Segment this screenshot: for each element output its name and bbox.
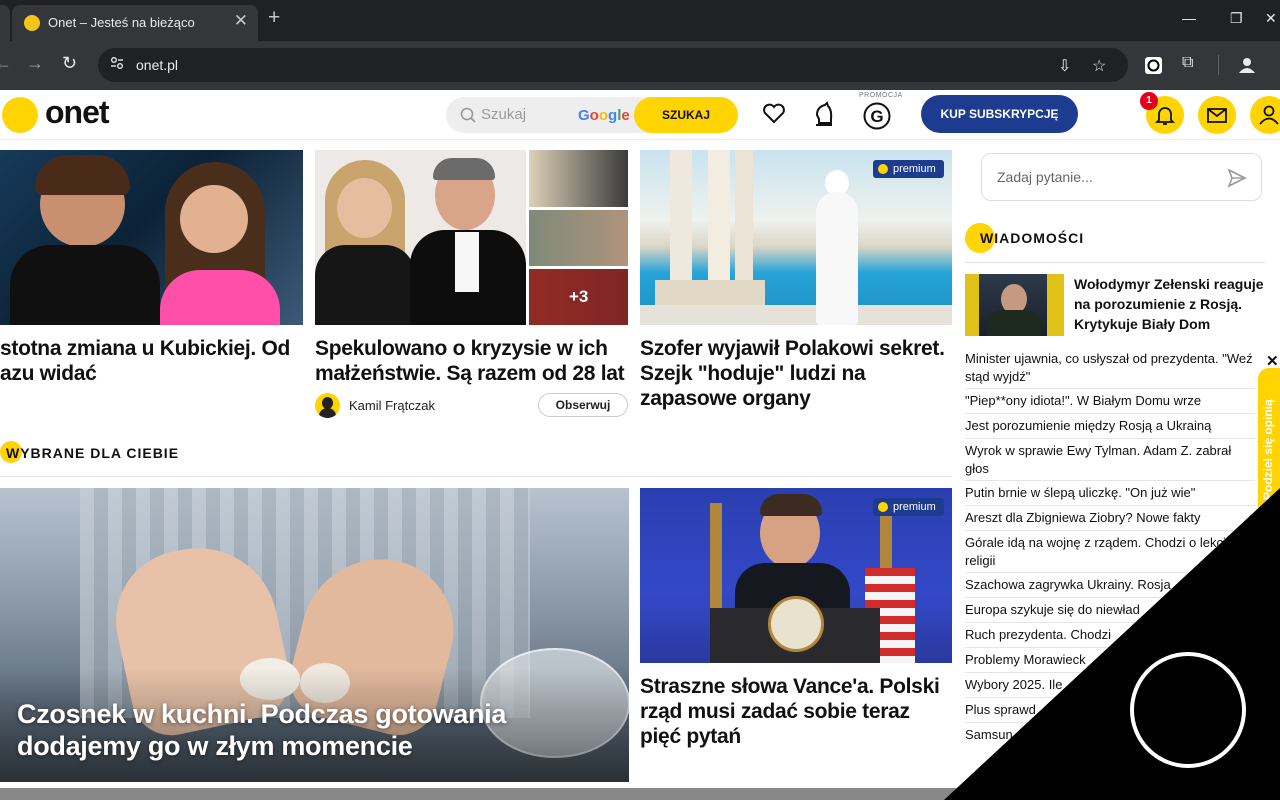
article-2-thumb-2[interactable] [529, 210, 628, 266]
news-item-4[interactable]: Wyrok w sprawie Ewy Tylman. Adam Z. zabr… [965, 442, 1255, 478]
news-separator [965, 572, 1255, 573]
news-item-10[interactable]: Ruch prezydenta. Chodzi [965, 626, 1255, 644]
news-lead-image[interactable] [965, 274, 1064, 336]
notification-badge: 1 [1140, 92, 1158, 110]
news-item-2[interactable]: "Piep**ony idiota!". W Białym Domu wrze [965, 392, 1255, 410]
feedback-label[interactable]: Podziel się opinią [1261, 399, 1275, 500]
onet-logo-dot[interactable] [2, 97, 38, 133]
news-separator [965, 505, 1255, 506]
article-4-headline[interactable]: Czosnek w kuchni. Podczas gotowania doda… [17, 698, 577, 762]
news-item-3[interactable]: Jest porozumienie między Rosją a Ukrainą [965, 417, 1255, 435]
browser-toolbar: ← → ↻ onet.pl ⇩ ☆ ⧉ [0, 41, 1280, 90]
profile-icon[interactable] [1238, 56, 1256, 74]
mail-button[interactable] [1198, 96, 1236, 134]
news-separator [965, 647, 1255, 648]
article-2-headline[interactable]: Spekulowano o kryzysie w ich małżeństwie… [315, 336, 630, 386]
article-2-thumb-3[interactable]: +3 [529, 269, 628, 325]
browser-tab-active[interactable]: Onet – Jesteś na bieżąco ✕ [12, 5, 258, 41]
news-item-14[interactable]: Samsun [965, 726, 1255, 744]
google-logo: Google [578, 107, 630, 124]
article-3-headline[interactable]: Szofer wyjawił Polakowi sekret. Szejk "h… [640, 336, 952, 411]
install-app-icon[interactable]: ⇩ [1058, 56, 1071, 76]
site-settings-icon[interactable] [110, 56, 124, 70]
search-button[interactable]: SZUKAJ [634, 97, 738, 133]
news-separator [965, 388, 1255, 389]
news-separator [965, 622, 1255, 623]
article-5-headline[interactable]: Straszne słowa Vance'a. Polski rząd musi… [640, 674, 952, 749]
news-separator [965, 480, 1255, 481]
previous-tab[interactable] [0, 5, 10, 41]
svg-text:G: G [870, 107, 883, 126]
news-separator [965, 530, 1255, 531]
search-input[interactable]: Szukaj [481, 106, 526, 123]
chess-knight-icon[interactable] [813, 101, 835, 127]
browser-tab-bar: Onet – Jesteś na bieżąco ✕ + — ❐ ✕ [0, 0, 1280, 41]
news-item-12[interactable]: Wybory 2025. Ile [965, 676, 1255, 694]
url-text: onet.pl [136, 57, 179, 73]
news-item-1[interactable]: Minister ujawnia, co usłyszał od prezyde… [965, 350, 1255, 386]
ask-input[interactable]: Zadaj pytanie... [997, 169, 1093, 185]
article-1-headline[interactable]: stotna zmiana u Kubickiej. Od azu widać [0, 336, 300, 386]
feedback-close-icon[interactable]: ✕ [1266, 352, 1279, 370]
section-divider [0, 476, 952, 477]
news-item-6[interactable]: Areszt dla Zbigniewa Ziobry? Nowe fakty [965, 509, 1255, 527]
bottom-strip [0, 788, 960, 800]
minimize-icon[interactable]: — [1182, 10, 1196, 26]
forward-arrow-icon[interactable]: → [26, 53, 44, 74]
mail-icon [1207, 108, 1227, 123]
author-name[interactable]: Kamil Frątczak [349, 398, 435, 413]
search-icon [460, 107, 476, 123]
heart-icon[interactable] [762, 102, 786, 124]
close-window-icon[interactable]: ✕ [1265, 10, 1277, 27]
news-separator [965, 413, 1255, 414]
bookmark-star-icon[interactable]: ☆ [1092, 56, 1106, 76]
address-bar[interactable]: onet.pl ⇩ ☆ [98, 48, 1128, 82]
section-title-for-you: WYBRANE DLA CIEBIE [6, 445, 180, 461]
account-button[interactable] [1250, 96, 1280, 134]
news-section-title: WIADOMOŚCI [980, 230, 1085, 246]
news-separator [965, 597, 1255, 598]
article-2-thumb-1[interactable] [529, 150, 628, 207]
tab-title: Onet – Jesteś na bieżąco [48, 15, 195, 30]
news-divider [965, 262, 1265, 263]
news-item-8[interactable]: Szachowa zagrywka Ukrainy. Rosja [965, 576, 1255, 594]
extension-circle-icon[interactable] [1145, 57, 1162, 74]
subscribe-button[interactable]: KUP SUBSKRYPCJĘ [921, 95, 1078, 133]
send-icon[interactable] [1227, 168, 1247, 188]
extensions-puzzle-icon[interactable]: ⧉ [1182, 54, 1193, 72]
reload-icon[interactable]: ↻ [62, 53, 77, 74]
search-box[interactable]: Szukaj Google SZUKAJ [446, 97, 738, 133]
toolbar-divider [1218, 55, 1219, 75]
author-avatar[interactable] [315, 393, 340, 418]
gambling-g-icon[interactable]: G [863, 102, 891, 130]
premium-badge-2: premium [873, 498, 944, 516]
user-icon [1259, 105, 1279, 125]
site-header: onet Szukaj Google SZUKAJ PROMOCJA G KUP… [0, 90, 1280, 140]
new-tab-icon[interactable]: + [268, 6, 280, 30]
promo-label: PROMOCJA [859, 92, 903, 99]
back-arrow-icon[interactable]: ← [0, 53, 12, 74]
article-1-image[interactable] [0, 150, 303, 325]
news-separator [965, 672, 1255, 673]
news-item-5[interactable]: Putin brnie w ślepą uliczkę. "On już wie… [965, 484, 1255, 502]
news-separator [965, 722, 1255, 723]
follow-button[interactable]: Obserwuj [538, 393, 628, 417]
gallery-more-count: +3 [569, 287, 589, 306]
close-tab-icon[interactable]: ✕ [234, 11, 248, 31]
news-lead-headline[interactable]: Wołodymyr Zełenski reaguje na porozumien… [1074, 274, 1264, 334]
article-2-image[interactable] [315, 150, 526, 325]
news-item-13[interactable]: Plus sprawd [965, 701, 1255, 719]
news-item-9[interactable]: Europa szykuje się do niewład [965, 601, 1255, 619]
news-item-11[interactable]: Problemy Morawieck [965, 651, 1255, 669]
news-separator [965, 697, 1255, 698]
onet-favicon-icon [24, 15, 40, 31]
news-separator [965, 438, 1255, 439]
onet-logo[interactable]: onet [45, 94, 110, 131]
ask-box[interactable]: Zadaj pytanie... [981, 153, 1262, 201]
news-item-7[interactable]: Górale idą na wojnę z rządem. Chodzi o l… [965, 534, 1255, 570]
restore-window-icon[interactable]: ❐ [1230, 10, 1243, 27]
premium-badge: premium [873, 160, 944, 178]
bell-icon [1155, 107, 1175, 125]
